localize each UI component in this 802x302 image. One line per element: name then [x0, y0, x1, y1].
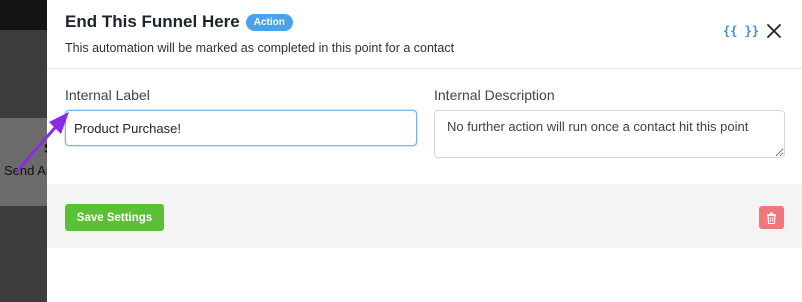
- action-settings-drawer: End This Funnel Here Action This automat…: [47, 0, 802, 302]
- background-text-fragment: Send Au: [4, 163, 54, 178]
- close-icon[interactable]: [765, 22, 783, 40]
- internal-description-textarea[interactable]: No further action will run once a contac…: [434, 110, 785, 158]
- delete-button[interactable]: [759, 206, 784, 229]
- internal-label-field: Internal Label: [65, 87, 417, 146]
- curly-braces-icon[interactable]: {{ }}: [723, 24, 759, 38]
- title-row: End This Funnel Here Action: [65, 12, 784, 32]
- drawer-title: End This Funnel Here: [65, 12, 240, 31]
- internal-description-heading: Internal Description: [434, 87, 555, 103]
- drawer-subtitle: This automation will be marked as comple…: [65, 41, 455, 55]
- internal-label-heading: Internal Label: [65, 87, 150, 103]
- internal-label-input[interactable]: [65, 110, 417, 146]
- settings-form: Internal Label Internal Description No f…: [47, 69, 802, 184]
- trash-icon: [767, 212, 776, 224]
- action-badge: Action: [245, 13, 293, 31]
- internal-description-field: Internal Description No further action w…: [434, 87, 785, 163]
- drawer-footer: Save Settings: [47, 184, 802, 248]
- save-settings-button[interactable]: Save Settings: [65, 204, 164, 231]
- drawer-header: End This Funnel Here Action This automat…: [47, 0, 802, 69]
